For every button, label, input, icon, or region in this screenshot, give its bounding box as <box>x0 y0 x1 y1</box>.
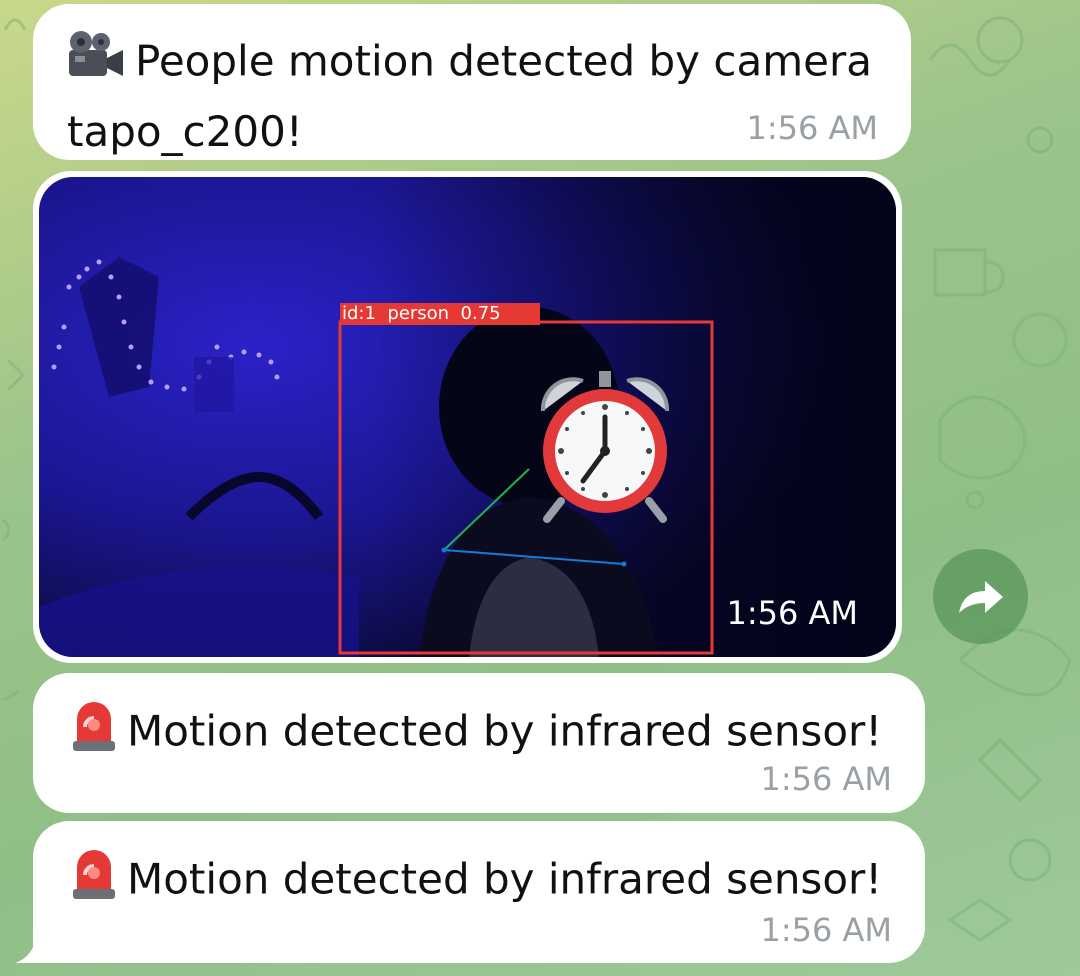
photo-message-bubble[interactable]: id:1 person 0.75 1:56 AM <box>33 171 902 663</box>
forward-button[interactable] <box>933 549 1028 644</box>
forward-arrow-icon <box>958 580 1003 613</box>
message-text: Motion detected by infrared sensor! <box>71 845 882 919</box>
message-timestamp: 1:56 AM <box>760 760 892 798</box>
message-timestamp: 1:56 AM <box>746 109 878 147</box>
message-text-content: Motion detected by infrared sensor! <box>127 854 883 904</box>
message-bubble-infrared[interactable]: Motion detected by infrared sensor! 1:56… <box>33 821 925 963</box>
photo-timestamp: 1:56 AM <box>726 594 858 632</box>
detection-photo[interactable]: id:1 person 0.75 1:56 AM <box>39 177 896 657</box>
detection-label: id:1 person 0.75 <box>342 303 501 324</box>
message-timestamp: 1:56 AM <box>760 911 892 949</box>
message-bubble-infrared[interactable]: Motion detected by infrared sensor! 1:56… <box>33 673 925 813</box>
police-light-icon <box>71 845 117 919</box>
alarm-clock-icon <box>523 361 687 525</box>
message-bubble-camera[interactable]: People motion detected by camera tapo_c2… <box>33 4 911 160</box>
police-light-icon <box>71 697 117 771</box>
movie-camera-icon <box>67 28 125 100</box>
message-text-content: Motion detected by infrared sensor! <box>127 706 883 756</box>
